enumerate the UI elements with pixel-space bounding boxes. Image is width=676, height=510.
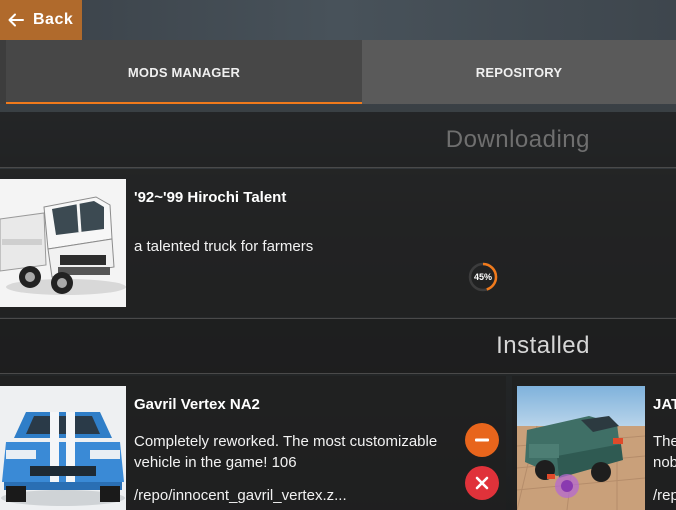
download-progress-label: 45% bbox=[473, 272, 492, 282]
mod-thumbnail-hirochi-talent bbox=[0, 179, 126, 307]
mod-file-path: /rep bbox=[653, 487, 676, 504]
close-icon bbox=[475, 476, 489, 490]
top-bar bbox=[0, 0, 676, 40]
back-label: Back bbox=[33, 11, 74, 28]
tab-repository[interactable]: REPOSITORY bbox=[362, 40, 676, 104]
mod-thumbnail-gavril-vertex bbox=[0, 386, 126, 510]
mod-title: '92~'99 Hirochi Talent bbox=[134, 189, 287, 206]
mod-file-path: /repo/innocent_gavril_vertex.z... bbox=[134, 487, 347, 504]
tab-mods-manager[interactable]: MODS MANAGER bbox=[6, 40, 362, 104]
mod-title: JAT bbox=[653, 396, 676, 413]
disable-mod-button[interactable] bbox=[465, 423, 499, 457]
arrow-left-icon bbox=[8, 13, 24, 27]
back-button[interactable]: Back bbox=[0, 0, 82, 40]
downloading-heading: Downloading bbox=[445, 125, 590, 153]
mod-thumbnail-jato bbox=[517, 386, 645, 510]
mod-title: Gavril Vertex NA2 bbox=[134, 396, 260, 413]
download-progress-ring: 45% bbox=[466, 260, 500, 294]
installed-section-header: Installed bbox=[0, 318, 676, 374]
tab-bar: MODS MANAGER REPOSITORY bbox=[0, 40, 676, 104]
tab-mods-manager-label: MODS MANAGER bbox=[127, 64, 241, 80]
minus-icon bbox=[475, 438, 489, 442]
tab-repository-label: REPOSITORY bbox=[475, 64, 563, 80]
installed-heading: Installed bbox=[496, 332, 590, 359]
mod-description: Completely reworked. The most customizab… bbox=[134, 433, 438, 471]
delete-mod-button[interactable] bbox=[465, 466, 499, 500]
mod-description: The nob bbox=[653, 433, 676, 471]
mod-description: a talented truck for farmers bbox=[134, 238, 314, 255]
downloading-section-header: Downloading bbox=[0, 112, 676, 168]
